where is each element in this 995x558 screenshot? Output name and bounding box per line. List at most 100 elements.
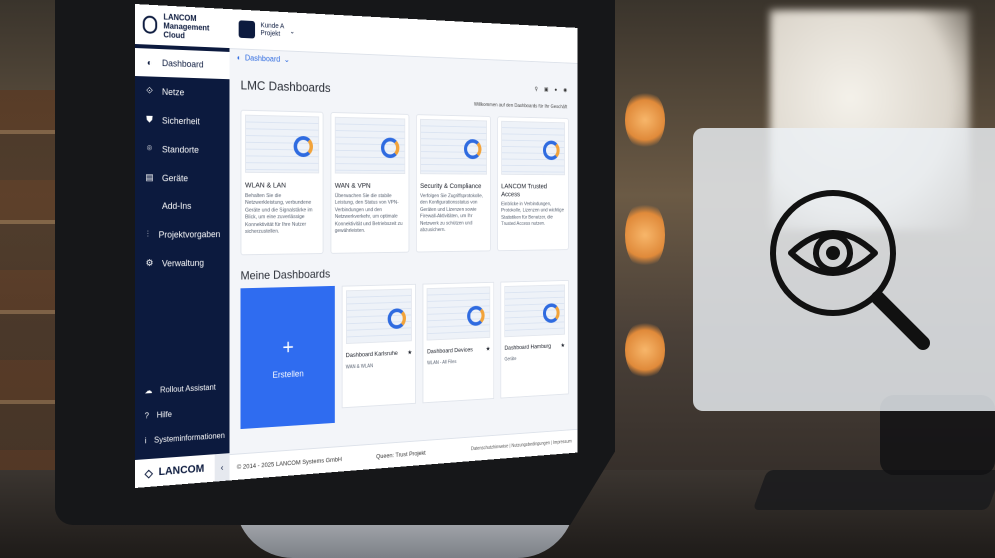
- sidebar-item-label: Add-Ins: [162, 201, 191, 211]
- sidebar-item-sicherheit[interactable]: ⛊ Sicherheit: [135, 105, 229, 136]
- card-title: Security & Compliance: [420, 181, 487, 189]
- dashboard-preview: [420, 119, 487, 175]
- my-dashboard-card[interactable]: Dashboard Hamburg ★ Geräte: [501, 280, 569, 399]
- sidebar-item-dashboard[interactable]: ◐ Dashboard: [135, 48, 229, 79]
- sidebar-item-label: Netze: [162, 86, 184, 97]
- screen: LANCOM Management Cloud ◐ Dashboard ⟐ Netze…: [135, 4, 578, 488]
- card-description: Verfolgen Sie Zugriffsprotokolle, den Ko…: [420, 193, 487, 234]
- sidebar-item-label: Geräte: [162, 173, 188, 183]
- create-dashboard-button[interactable]: + Erstellen: [240, 286, 334, 429]
- card-title: LANCOM Trusted Access: [501, 182, 565, 198]
- sidebar-item-label: Standorte: [162, 144, 199, 154]
- dashboard-preview: [427, 286, 490, 340]
- bokeh-light: [625, 320, 665, 380]
- eye-magnifier-icon: [763, 183, 943, 363]
- sidebar-item-ger-te[interactable]: ▤ Geräte: [135, 163, 229, 192]
- sidebar-item-label: Sicherheit: [162, 115, 200, 126]
- page-title: LMC Dashboards: [240, 78, 568, 103]
- shield-icon: ⛊: [145, 114, 155, 125]
- collapse-sidebar-button[interactable]: ‹: [215, 453, 230, 481]
- card-title: WLAN & LAN: [245, 181, 319, 190]
- chevron-down-icon: ⌄: [284, 55, 290, 64]
- my-dashboard-title: Dashboard Hamburg: [504, 343, 551, 351]
- create-label: Erstellen: [273, 368, 304, 379]
- lmc-dashboard-cards: WLAN & LAN Behalten Sie die Netzwerkleis…: [240, 110, 568, 256]
- dashboard-icon: ◐: [145, 57, 155, 67]
- sidebar-nav: ◐ Dashboard ⟐ Netze ⛊ Sicherheit ⌾ Standorte ▤ Ge…: [135, 48, 229, 278]
- lancom-logo-icon: ◇: [145, 466, 153, 480]
- card-title: WAN & VPN: [335, 181, 405, 190]
- card-description: Behalten Sie die Netzwerkleistung, verbu…: [245, 193, 319, 236]
- sidebar-item-projektvorgaben[interactable]: ⫶ Projektvorgaben: [135, 219, 229, 249]
- project-icon: [239, 20, 255, 38]
- alert-icon[interactable]: ●: [554, 87, 557, 92]
- footer-links[interactable]: Datenschutzhinweise | Nutzungsbedingunge…: [471, 439, 572, 452]
- footer-project: Queen: Trust Projekt: [376, 450, 426, 460]
- brand-text: LANCOM: [159, 463, 205, 478]
- sidebar-item-netze[interactable]: ⟐ Netze: [135, 76, 229, 107]
- bokeh-light: [625, 200, 665, 270]
- devices-icon: ▤: [145, 172, 155, 183]
- bokeh-light: [625, 90, 665, 150]
- search-icon[interactable]: ⚲: [535, 86, 538, 92]
- my-dashboard-title: Dashboard Karlsruhe: [346, 350, 398, 359]
- my-dashboard-card[interactable]: Dashboard Karlsruhe ★ WAN & WLAN: [341, 284, 416, 408]
- my-dashboard-card[interactable]: Dashboard Devices ★ WLAN - All Files: [423, 282, 494, 403]
- location-icon: ⌾: [145, 143, 155, 154]
- dashboard-card[interactable]: Security & Compliance Verfolgen Sie Zugr…: [416, 114, 491, 252]
- notification-icon[interactable]: ▣: [544, 86, 548, 92]
- dashboard-breadcrumb-icon: ◐: [237, 53, 241, 62]
- sidebar-item-verwaltung[interactable]: ⚙ Verwaltung: [135, 248, 229, 278]
- plus-icon: +: [282, 334, 293, 359]
- sidebar-item-standorte[interactable]: ⌾ Standorte: [135, 134, 229, 164]
- user-avatar[interactable]: ◉: [563, 87, 567, 93]
- sidebar-item-label: Rollout Assistant: [160, 383, 216, 395]
- toolbar: ⚲ ▣ ● ◉: [535, 86, 568, 93]
- sidebar-item-add-ins[interactable]: Add-Ins: [135, 192, 229, 220]
- dashboard-preview: [504, 284, 564, 337]
- project-selector[interactable]: Kunde A Projekt: [260, 23, 284, 39]
- chevron-down-icon[interactable]: ⌄: [290, 28, 295, 36]
- dashboard-preview: [245, 115, 319, 174]
- my-dashboards: + Erstellen Dashboard Karlsruhe ★ WAN & W…: [240, 280, 568, 429]
- sidebar: LANCOM Management Cloud ◐ Dashboard ⟐ Netze…: [135, 4, 229, 488]
- help-icon: ?: [145, 411, 149, 420]
- copyright: © 2014 - 2025 LANCOM Systems GmbH: [237, 456, 342, 471]
- my-dashboard-subtitle: WAN & WLAN: [346, 361, 412, 370]
- my-dashboard-subtitle: Geräte: [504, 354, 564, 362]
- dashboard-card[interactable]: LANCOM Trusted Access Einblicke in Verbi…: [497, 116, 568, 251]
- sidebar-item-label: Dashboard: [162, 58, 204, 69]
- star-icon[interactable]: ★: [561, 342, 565, 349]
- main-content: LMC Dashboards ⚲ ▣ ● ◉ Willkommen auf de…: [229, 66, 577, 456]
- dashboard-preview: [501, 121, 565, 175]
- card-description: Einblicke in Verbindungen, Protokolle, L…: [501, 202, 565, 229]
- rollout-icon: ☁: [145, 386, 153, 395]
- dashboard-preview: [335, 117, 405, 174]
- my-dashboards-title: Meine Dashboards: [240, 262, 568, 282]
- star-icon[interactable]: ★: [407, 349, 412, 357]
- star-icon[interactable]: ★: [486, 345, 491, 352]
- gears-icon: ⚙: [145, 258, 155, 269]
- dashboard-card[interactable]: WAN & VPN Überwachen Sie die stabile Lei…: [330, 112, 409, 254]
- cloud-logo-icon: [143, 15, 158, 34]
- monitor: LANCOM Management Cloud ◐ Dashboard ⟐ Netze…: [55, 0, 615, 525]
- sidebar-bottom-nav: ☁ Rollout Assistant? Hilfe i Systeminformati…: [135, 374, 229, 454]
- sidebar-item-label: Hilfe: [157, 410, 172, 420]
- welcome-text: Willkommen auf den Dashboards für Ihr Ge…: [474, 102, 567, 110]
- info-icon: i: [145, 436, 147, 445]
- overlay-panel: [693, 128, 995, 411]
- keyboard: [753, 470, 995, 510]
- sidebar-item-label: Systeminformationen: [154, 431, 225, 445]
- breadcrumb-label: Dashboard: [245, 53, 280, 63]
- dashboard-card[interactable]: WLAN & LAN Behalten Sie die Netzwerkleis…: [240, 110, 323, 256]
- project-sub: Projekt: [260, 30, 284, 39]
- sidebar-item-label: Projektvorgaben: [159, 229, 221, 239]
- sidebar-item-systeminformationen[interactable]: i Systeminformationen: [135, 423, 229, 454]
- card-description: Überwachen Sie die stabile Leistung, den…: [335, 193, 405, 235]
- my-dashboard-subtitle: WLAN - All Files: [427, 358, 490, 367]
- my-dashboard-title: Dashboard Devices: [427, 346, 473, 354]
- dashboard-preview: [346, 289, 412, 344]
- sliders-icon: ⫶: [145, 229, 151, 240]
- sidebar-item-label: Verwaltung: [162, 257, 204, 268]
- app-logo[interactable]: LANCOM Management Cloud: [135, 4, 229, 48]
